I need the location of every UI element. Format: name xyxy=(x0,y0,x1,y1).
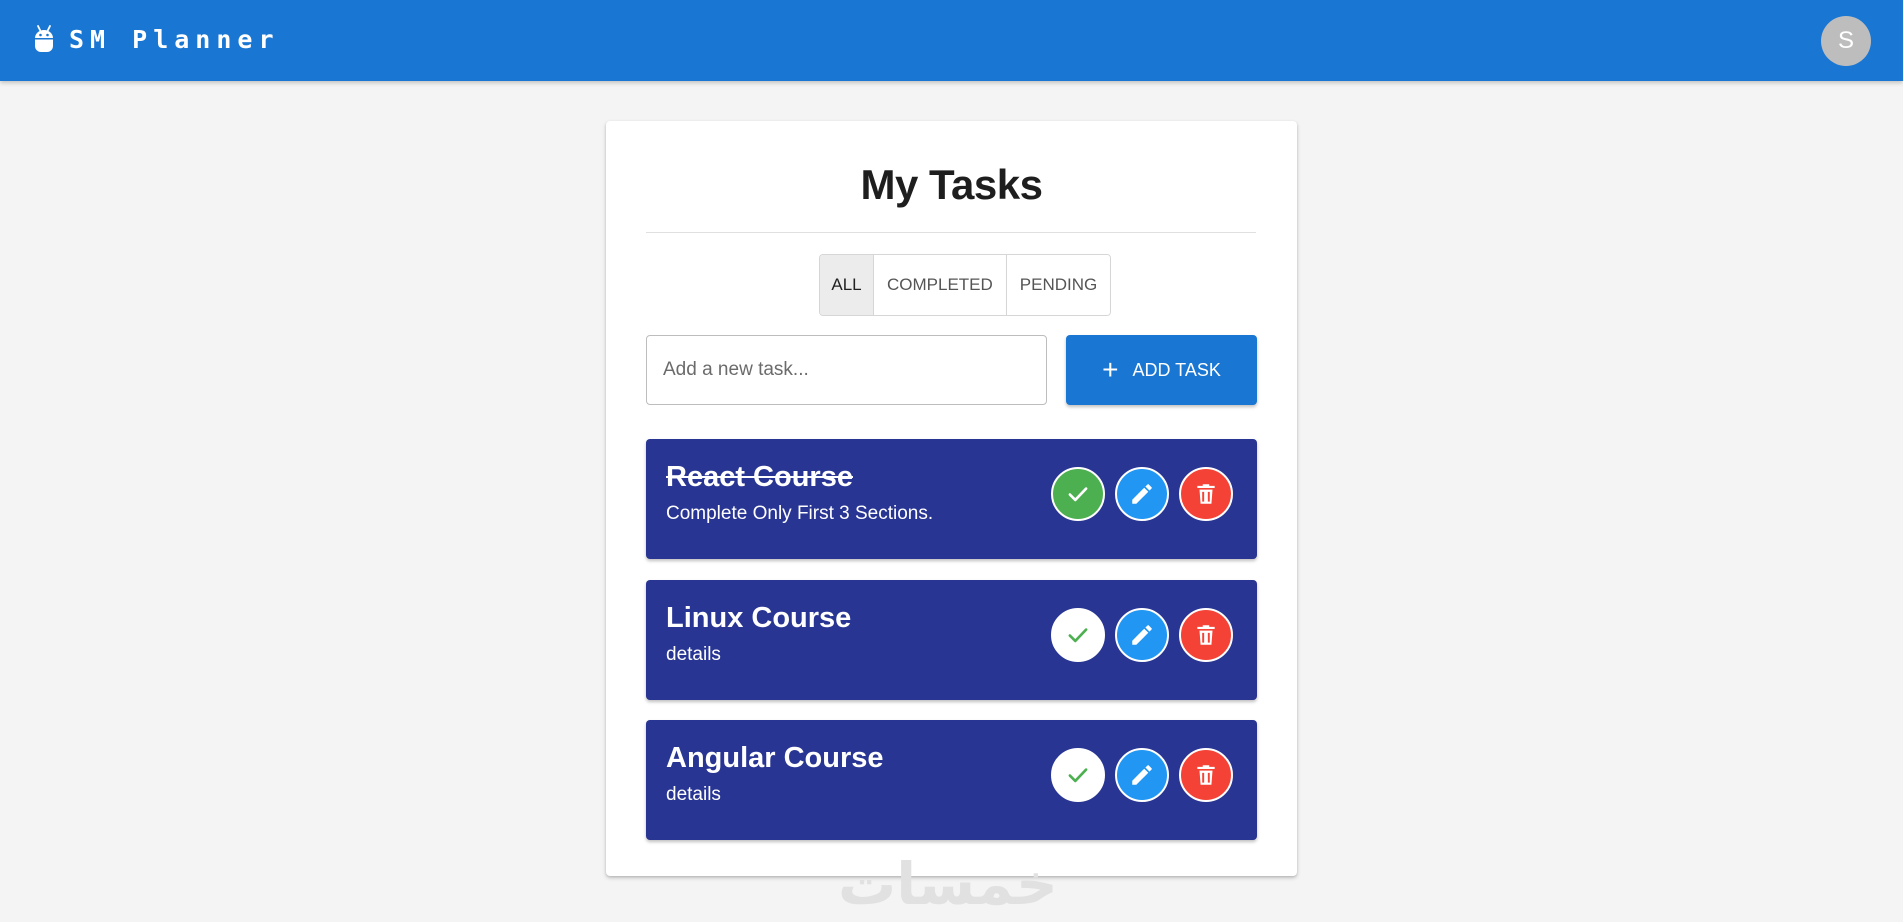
edit-button[interactable] xyxy=(1115,467,1169,521)
task-item: Linux Course details xyxy=(646,580,1257,700)
task-item: React Course Complete Only First 3 Secti… xyxy=(646,439,1257,559)
edit-button[interactable] xyxy=(1115,608,1169,662)
plus-icon: + xyxy=(1102,354,1119,385)
complete-button[interactable] xyxy=(1051,748,1105,802)
trash-icon xyxy=(1197,484,1215,504)
avatar[interactable]: S xyxy=(1821,16,1871,66)
delete-button[interactable] xyxy=(1179,608,1233,662)
trash-icon xyxy=(1197,765,1215,785)
new-task-input[interactable] xyxy=(646,335,1047,405)
app-title: SM Planner xyxy=(69,24,280,54)
edit-button[interactable] xyxy=(1115,748,1169,802)
trash-icon xyxy=(1197,625,1215,645)
app-bar: SM Planner S xyxy=(0,0,1903,81)
filter-completed-button[interactable]: Completed xyxy=(874,255,1007,315)
brand[interactable]: SM Planner xyxy=(33,24,280,54)
task-title: Angular Course xyxy=(666,742,884,774)
check-icon xyxy=(1068,628,1088,643)
complete-button[interactable] xyxy=(1051,467,1105,521)
check-icon xyxy=(1068,487,1088,502)
watermark: خمسات xyxy=(838,850,1058,918)
task-title: Linux Course xyxy=(666,602,852,634)
delete-button[interactable] xyxy=(1179,467,1233,521)
divider xyxy=(646,232,1256,233)
complete-button[interactable] xyxy=(1051,608,1105,662)
add-task-button[interactable]: + Add Task xyxy=(1066,335,1257,405)
pencil-icon xyxy=(1132,625,1152,645)
delete-button[interactable] xyxy=(1179,748,1233,802)
page-title: My Tasks xyxy=(860,161,1044,208)
filter-pending-button[interactable]: Pending xyxy=(1006,255,1111,315)
add-task-label: Add Task xyxy=(1132,359,1221,380)
tasks-card: My Tasks All Completed Pending + Add Tas… xyxy=(606,121,1297,876)
task-details: details xyxy=(666,784,721,805)
task-item: Angular Course details xyxy=(646,720,1257,840)
task-details: details xyxy=(666,644,721,665)
pencil-icon xyxy=(1132,484,1152,504)
filter-all-button[interactable]: All xyxy=(820,255,874,315)
check-icon xyxy=(1068,768,1088,783)
filter-toggle-group: All Completed Pending xyxy=(819,254,1112,316)
pencil-icon xyxy=(1132,765,1152,785)
android-icon xyxy=(33,24,55,54)
task-title: React Course xyxy=(666,461,853,493)
task-details: Complete Only First 3 Sections. xyxy=(666,503,934,524)
